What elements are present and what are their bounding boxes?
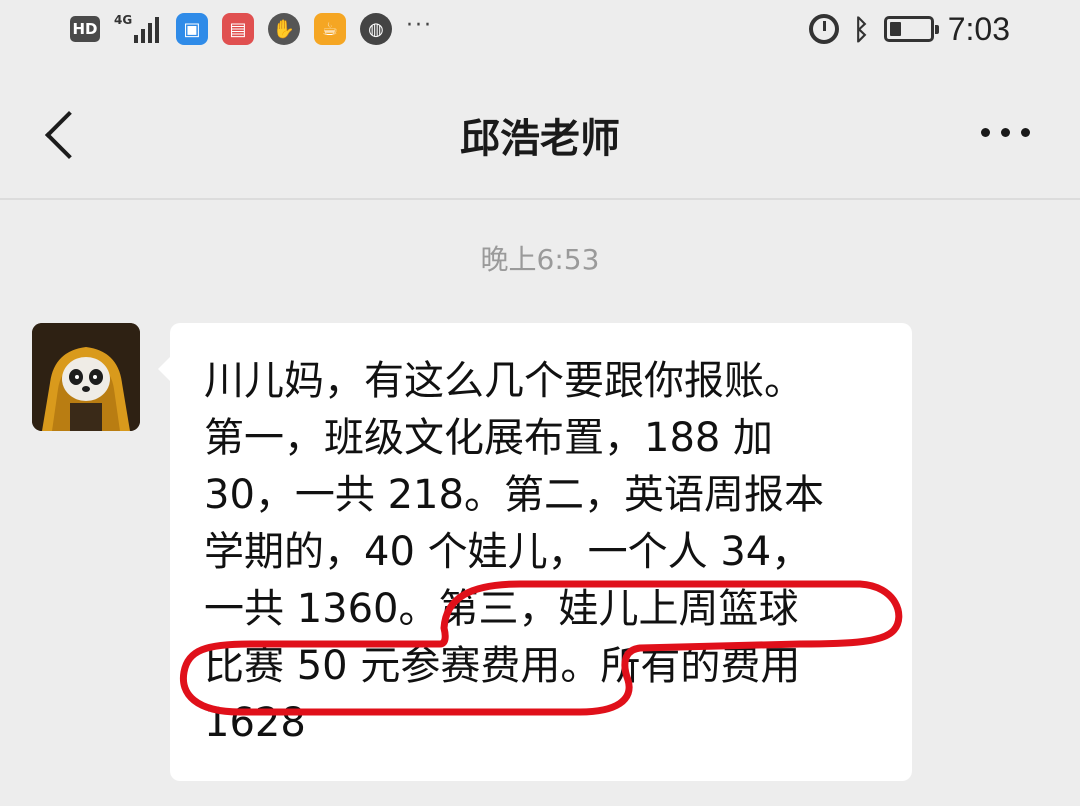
- message-line: 学期的，40 个娃儿，一个人 34，: [204, 529, 812, 575]
- status-bar-left: HD 4G ▣ ▤ ✋ ☕ ◍ ···: [70, 12, 433, 46]
- app-taobao-icon: ▣: [176, 13, 208, 45]
- message-line: 第一，班级文化展布置，188 加: [204, 415, 774, 461]
- status-bar-right: ᛒ 7:03: [808, 10, 1010, 48]
- signal-4g-icon: 4G: [114, 13, 162, 45]
- header-divider: [0, 198, 1080, 200]
- status-time: 7:03: [947, 10, 1010, 47]
- bluetooth-icon: ᛒ: [852, 12, 870, 46]
- message-line: 1628: [204, 700, 306, 746]
- message-line: 一共 1360。第三，娃儿上周篮球: [204, 586, 799, 632]
- message-line: 30，一共 218。第二，英语周报本: [204, 472, 824, 518]
- app-cup-icon: ☕: [314, 13, 346, 45]
- hd-badge: HD: [70, 16, 100, 42]
- app-book-icon: ▤: [222, 13, 254, 45]
- message-line: 比赛 50 元参赛费用。所有的费用: [204, 643, 801, 689]
- panda-avatar[interactable]: [32, 323, 140, 431]
- more-notifications-icon: ···: [406, 12, 433, 38]
- app-hand-icon: ✋: [268, 13, 300, 45]
- message-text: 川儿妈，有这么几个要跟你报账。 第一，班级文化展布置，188 加 30，一共 2…: [204, 353, 894, 752]
- battery-fill: [889, 22, 901, 36]
- battery-icon: [883, 16, 939, 42]
- chat-title: 邱浩老师: [460, 116, 620, 162]
- network-label: 4G: [114, 13, 133, 27]
- more-dots-icon[interactable]: [981, 128, 1030, 137]
- alarm-icon: [808, 14, 839, 44]
- message-line: 川儿妈，有这么几个要跟你报账。: [204, 358, 804, 404]
- message-timestamp: 晚上6:53: [480, 243, 600, 276]
- chat-header: 邱浩老师: [0, 76, 1080, 196]
- message-bubble[interactable]: 川儿妈，有这么几个要跟你报账。 第一，班级文化展布置，188 加 30，一共 2…: [158, 323, 912, 781]
- status-bar: HD 4G ▣ ▤ ✋ ☕ ◍ ··· ᛒ 7:03: [0, 0, 1080, 58]
- app-globe-icon: ◍: [360, 13, 392, 45]
- panda-avatar-image: [32, 323, 140, 431]
